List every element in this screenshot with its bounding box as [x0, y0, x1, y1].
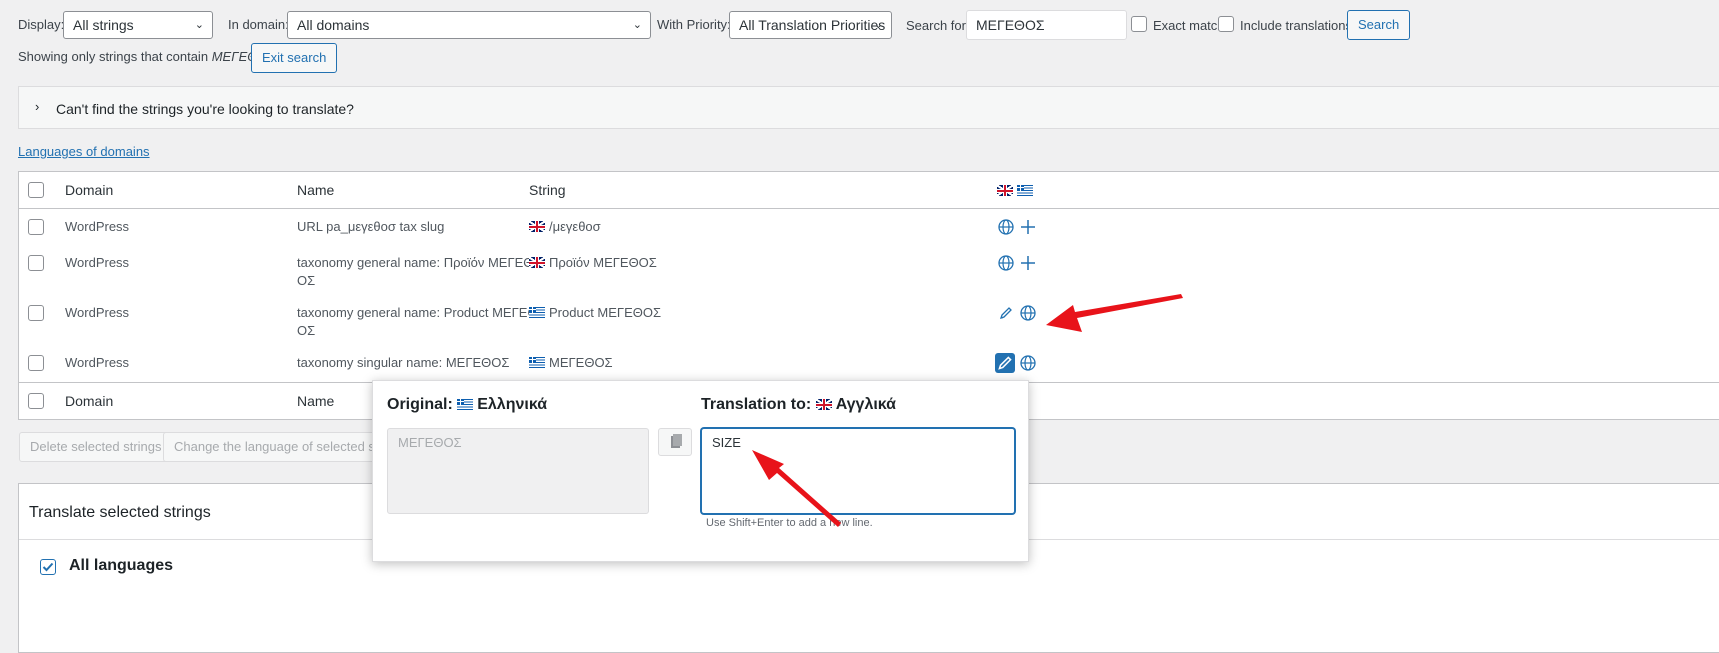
annotation-arrows	[752, 294, 1183, 527]
arrow-to-translation-field	[752, 450, 841, 527]
arrow-to-edit-icon	[1046, 294, 1183, 332]
